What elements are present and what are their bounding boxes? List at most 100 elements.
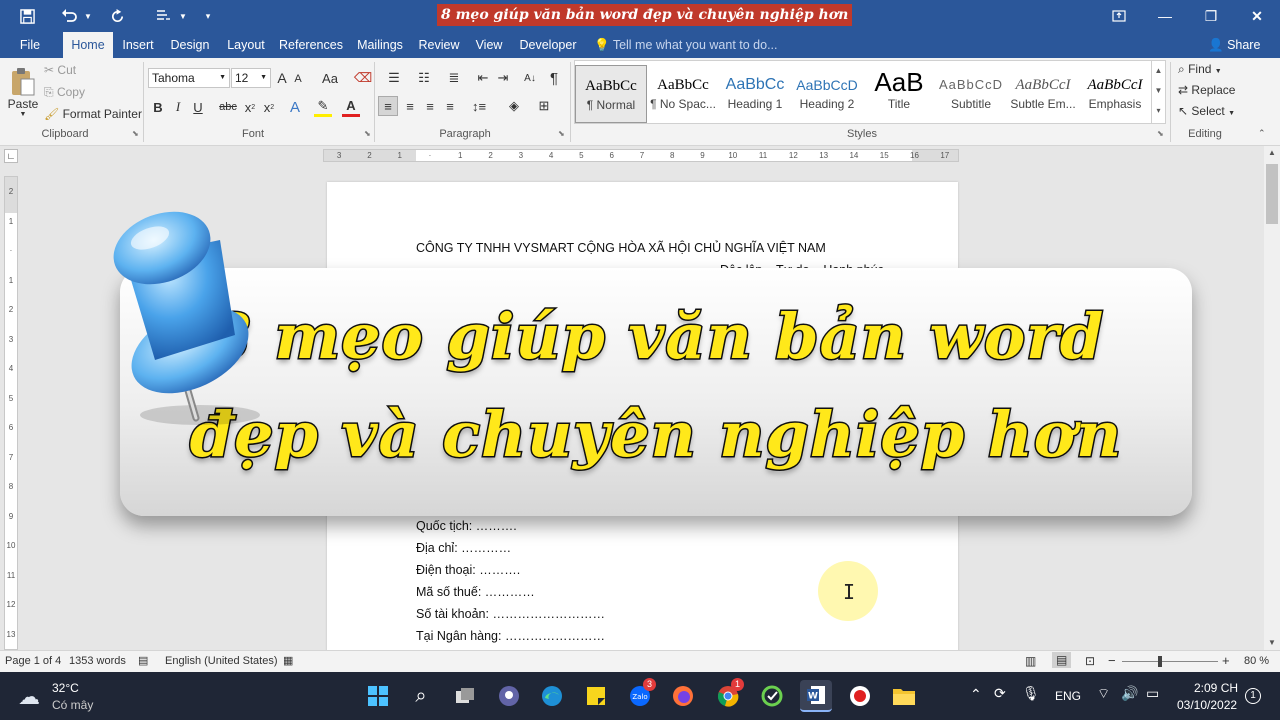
shading-icon[interactable]: ◈ xyxy=(502,96,526,116)
print-layout-icon[interactable]: ▤ xyxy=(1052,652,1072,668)
font-size-select[interactable]: 12 ▼ xyxy=(231,68,271,88)
multilevel-list-icon[interactable]: ≣ xyxy=(440,68,468,88)
vertical-ruler[interactable]: 2 1 · 1 2 3 4 5 6 7 8 9 10 11 12 13 xyxy=(4,176,18,650)
app-green-icon[interactable] xyxy=(756,680,788,712)
web-layout-icon[interactable]: ⊡ xyxy=(1085,654,1095,668)
tab-insert[interactable]: Insert xyxy=(116,32,160,58)
read-mode-icon[interactable]: ▥ xyxy=(1025,654,1036,668)
clock-time[interactable]: 2:09 CH xyxy=(1194,681,1238,695)
tab-file[interactable]: File xyxy=(8,32,52,58)
word-taskbar-icon[interactable]: W xyxy=(800,680,832,712)
ribbon-display-options-icon[interactable] xyxy=(1096,0,1142,32)
borders-icon[interactable]: ⊞ xyxy=(532,96,556,116)
scroll-thumb[interactable] xyxy=(1266,164,1278,224)
chrome-icon[interactable]: 1 xyxy=(712,678,744,712)
touch-mode-icon[interactable] xyxy=(150,0,176,32)
find-button[interactable]: ⌕ Find ▼ xyxy=(1178,62,1222,77)
bold-button[interactable]: B xyxy=(150,97,166,117)
macro-record-icon[interactable]: ▦ xyxy=(283,654,293,667)
vertical-scrollbar[interactable]: ▲ ▼ xyxy=(1264,146,1280,650)
undo-dropdown-icon[interactable]: ▼ xyxy=(82,0,94,32)
restore-button[interactable]: ❐ xyxy=(1188,0,1234,32)
style-emphasis[interactable]: AaBbCcI Emphasis xyxy=(1079,65,1151,123)
style-heading-2[interactable]: AaBbCcD Heading 2 xyxy=(791,65,863,123)
cut-button[interactable]: ✂ Cut xyxy=(44,63,76,77)
justify-icon[interactable]: ≡ xyxy=(440,96,460,116)
style-subtitle[interactable]: AaBbCcD Subtitle xyxy=(935,65,1007,123)
volume-icon[interactable]: 🔊 xyxy=(1121,685,1138,702)
notification-badge[interactable]: 1 xyxy=(1245,688,1261,704)
sticky-notes-icon[interactable] xyxy=(580,680,612,712)
share-button[interactable]: 👤 Share xyxy=(1208,32,1260,58)
sort-button[interactable]: A↓ xyxy=(520,68,540,88)
numbering-icon[interactable]: ☷ xyxy=(410,68,438,88)
zoom-level[interactable]: 80 % xyxy=(1244,655,1269,667)
cloud-icon[interactable]: ☁ xyxy=(18,684,40,710)
wifi-icon[interactable]: ⌔ xyxy=(1097,685,1110,703)
clear-formatting-icon[interactable]: ⌫ xyxy=(354,68,372,88)
strikethrough-button[interactable]: abc xyxy=(218,97,238,117)
tab-layout[interactable]: Layout xyxy=(221,32,271,58)
input-language[interactable]: ENG xyxy=(1055,689,1081,703)
task-view-icon[interactable] xyxy=(449,680,481,712)
text-effects-icon[interactable]: A xyxy=(287,97,303,117)
zoom-slider-thumb[interactable] xyxy=(1158,656,1162,667)
tab-selector-icon[interactable]: ∟ xyxy=(4,149,18,163)
line-spacing-icon[interactable]: ↕≡ xyxy=(466,96,492,116)
close-button[interactable]: ✕ xyxy=(1234,0,1280,32)
superscript-button[interactable]: x2 xyxy=(261,97,277,117)
font-launcher-icon[interactable]: ⬊ xyxy=(364,129,371,138)
tab-home[interactable]: Home xyxy=(63,32,113,58)
grow-font-button[interactable]: A xyxy=(274,68,290,88)
select-button[interactable]: ↖ Select ▼ xyxy=(1178,104,1235,118)
tab-design[interactable]: Design xyxy=(166,32,214,58)
paste-button[interactable]: Paste ▼ xyxy=(6,60,40,124)
tab-mailings[interactable]: Mailings xyxy=(352,32,408,58)
zoom-in-button[interactable]: + xyxy=(1222,653,1230,668)
horizontal-ruler[interactable]: 3 2 1 · 1 2 3 4 5 6 7 8 9 10 11 12 13 14 15 16 17 xyxy=(323,149,959,162)
clipboard-launcher-icon[interactable]: ⬊ xyxy=(132,129,139,138)
align-center-icon[interactable]: ≡ xyxy=(400,96,420,116)
replace-button[interactable]: ⇄ Replace xyxy=(1178,83,1235,97)
zalo-icon[interactable]: Zalo 3 xyxy=(624,678,656,712)
font-name-select[interactable]: Tahoma ▼ xyxy=(148,68,230,88)
customize-qat-icon[interactable]: ▾ xyxy=(200,0,216,32)
windows-start-icon[interactable] xyxy=(362,680,394,712)
shrink-font-button[interactable]: A xyxy=(291,70,305,88)
proofing-icon[interactable]: ▤ xyxy=(138,654,148,667)
decrease-indent-icon[interactable]: ⇤ xyxy=(474,68,492,88)
style-no-spacing[interactable]: AaBbCc ¶ No Spac... xyxy=(647,65,719,123)
weather-desc[interactable]: Có mây xyxy=(52,698,93,712)
collapse-ribbon-icon[interactable]: ⌃ xyxy=(1258,128,1266,139)
record-icon[interactable] xyxy=(844,680,876,712)
style-title[interactable]: AaB Title xyxy=(863,65,935,123)
style-heading-1[interactable]: AaBbCc Heading 1 xyxy=(719,65,791,123)
tab-review[interactable]: Review xyxy=(414,32,464,58)
redo-icon[interactable] xyxy=(104,0,130,32)
italic-button[interactable]: I xyxy=(170,97,186,117)
page-count[interactable]: Page 1 of 4 xyxy=(5,655,61,667)
chevron-down-icon[interactable]: ▼ xyxy=(1152,81,1165,101)
chevron-up-icon[interactable]: ▲ xyxy=(1152,61,1165,81)
tab-developer[interactable]: Developer xyxy=(514,32,582,58)
copy-button[interactable]: ⎘ Copy xyxy=(44,85,85,100)
weather-temp[interactable]: 32°C xyxy=(52,681,79,695)
zoom-out-button[interactable]: − xyxy=(1108,653,1116,668)
teams-chat-icon[interactable] xyxy=(493,680,525,712)
edge-icon[interactable] xyxy=(536,680,568,712)
underline-button[interactable]: U xyxy=(190,97,206,117)
show-formatting-button[interactable]: ¶ xyxy=(546,68,562,88)
more-styles-icon[interactable]: ▾ xyxy=(1152,101,1165,121)
microphone-icon[interactable]: 🎙 xyxy=(1022,685,1040,702)
minimize-button[interactable]: — xyxy=(1142,0,1188,32)
style-normal[interactable]: AaBbCc ¶ Normal xyxy=(575,65,647,123)
style-subtle-emphasis[interactable]: AaBbCcI Subtle Em... xyxy=(1007,65,1079,123)
chevron-up-icon[interactable]: ⌃ xyxy=(970,686,982,703)
tab-view[interactable]: View xyxy=(470,32,508,58)
language-indicator[interactable]: English (United States) xyxy=(165,655,278,667)
zoom-slider-track[interactable] xyxy=(1122,661,1218,662)
format-painter-button[interactable]: 🖌 Format Painter xyxy=(44,107,142,121)
word-count[interactable]: 1353 words xyxy=(69,655,126,667)
firefox-icon[interactable] xyxy=(667,680,699,712)
tell-me-search[interactable]: 💡 Tell me what you want to do... xyxy=(594,32,778,58)
